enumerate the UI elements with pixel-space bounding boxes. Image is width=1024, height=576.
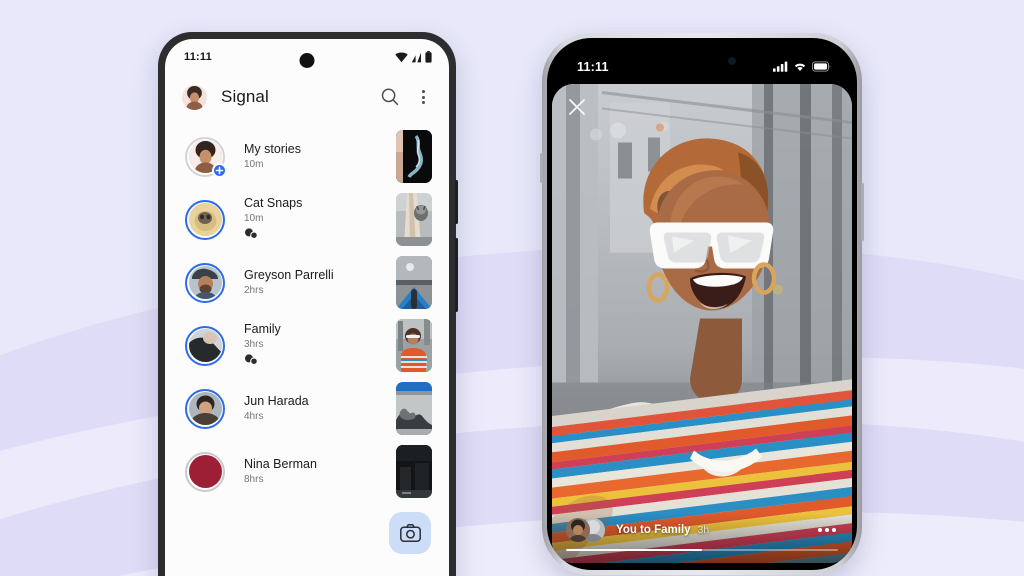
story-viewer: You to Family 3h bbox=[552, 84, 852, 563]
story-name: Greyson Parrelli bbox=[244, 267, 334, 282]
android-clock: 11:11 bbox=[184, 51, 212, 63]
background-wave-2 bbox=[0, 297, 1024, 576]
story-row-my-stories[interactable]: My stories 10m bbox=[165, 125, 449, 188]
avatar bbox=[185, 262, 225, 303]
viewer-bottom-bar: You to Family 3h bbox=[552, 512, 852, 563]
dynamic-island bbox=[659, 49, 745, 73]
front-camera-icon bbox=[299, 53, 315, 68]
search-icon[interactable] bbox=[379, 86, 401, 108]
story-progress-fill bbox=[566, 548, 702, 551]
close-icon[interactable] bbox=[565, 95, 589, 119]
iphone-screen: 11:11 You to Family 3h bbox=[547, 38, 857, 570]
story-time: 2hrs bbox=[244, 284, 264, 296]
group-icon bbox=[245, 227, 258, 239]
story-name: Nina Berman bbox=[244, 456, 317, 471]
story-thumbnail[interactable] bbox=[396, 445, 432, 498]
android-system-icons bbox=[395, 51, 432, 63]
wifi-icon bbox=[794, 63, 806, 71]
avatar-image bbox=[188, 455, 222, 488]
story-meta: Cat Snaps 10m bbox=[244, 196, 396, 244]
story-thumbnail[interactable] bbox=[396, 193, 432, 246]
avatar bbox=[566, 517, 606, 542]
viewer-meta: You to Family 3h bbox=[566, 513, 838, 547]
story-time: 8hrs bbox=[244, 473, 264, 485]
story-thumbnail[interactable] bbox=[396, 256, 432, 309]
avatar bbox=[185, 136, 227, 178]
android-phone-mockup: 11:11 Signal My stories 10m Cat Snaps 10… bbox=[158, 32, 458, 576]
avatar-image bbox=[188, 203, 222, 236]
story-name: My stories bbox=[244, 141, 301, 156]
story-thumbnail[interactable] bbox=[396, 130, 432, 183]
avatar bbox=[185, 388, 225, 429]
avatar-image bbox=[188, 392, 222, 425]
android-app-bar: Signal bbox=[165, 75, 449, 119]
screenshot-stage: 11:11 Signal My stories 10m Cat Snaps 10… bbox=[0, 0, 1024, 576]
more-horizontal-icon[interactable] bbox=[816, 522, 838, 538]
viewer-time: 3h bbox=[697, 523, 710, 536]
story-photo bbox=[552, 84, 852, 563]
story-time: 4hrs bbox=[244, 410, 264, 422]
ios-system-icons bbox=[773, 61, 831, 72]
story-meta: Jun Harada 4hrs bbox=[244, 394, 396, 424]
background-wave-1 bbox=[0, 184, 1024, 576]
story-thumbnail[interactable] bbox=[396, 319, 432, 372]
story-row-greyson-parrelli[interactable]: Greyson Parrelli 2hrs bbox=[165, 251, 449, 314]
android-screen: 11:11 Signal My stories 10m Cat Snaps 10… bbox=[165, 39, 449, 576]
story-row-nina-berman[interactable]: Nina Berman 8hrs bbox=[165, 440, 449, 503]
fab-container bbox=[165, 503, 449, 554]
story-row-cat-snaps[interactable]: Cat Snaps 10m bbox=[165, 188, 449, 251]
story-time: 3hrs bbox=[244, 338, 264, 350]
battery-icon bbox=[812, 61, 831, 72]
cellular-signal-icon bbox=[411, 52, 421, 62]
background-wave-3 bbox=[0, 362, 1024, 576]
viewer-label: You to Family bbox=[616, 523, 691, 536]
page-title: Signal bbox=[221, 87, 269, 106]
group-icon bbox=[245, 353, 258, 365]
iphone-mockup: 11:11 You to Family 3h bbox=[540, 33, 864, 575]
avatar-image bbox=[188, 329, 222, 362]
battery-icon bbox=[425, 51, 432, 63]
avatar bbox=[185, 199, 225, 240]
story-progress-bar[interactable] bbox=[566, 548, 838, 551]
ios-clock: 11:11 bbox=[577, 59, 609, 74]
profile-avatar[interactable] bbox=[182, 84, 207, 110]
avatar bbox=[185, 325, 225, 366]
add-story-badge[interactable] bbox=[212, 162, 227, 178]
story-row-family[interactable]: Family 3hrs bbox=[165, 314, 449, 377]
story-list: My stories 10m Cat Snaps 10m Greyson Par… bbox=[165, 119, 449, 503]
story-row-jun-harada[interactable]: Jun Harada 4hrs bbox=[165, 377, 449, 440]
avatar bbox=[185, 451, 225, 492]
story-name: Cat Snaps bbox=[244, 195, 303, 210]
story-meta: Greyson Parrelli 2hrs bbox=[244, 268, 396, 298]
background-wave-4 bbox=[0, 468, 1024, 576]
story-meta: My stories 10m bbox=[244, 142, 396, 172]
camera-icon[interactable] bbox=[389, 512, 431, 554]
story-thumbnail[interactable] bbox=[396, 382, 432, 435]
story-time: 10m bbox=[244, 212, 264, 224]
story-meta: Family 3hrs bbox=[244, 322, 396, 370]
story-time: 10m bbox=[244, 158, 264, 170]
more-vertical-icon[interactable] bbox=[415, 86, 431, 108]
avatar-image bbox=[188, 266, 222, 299]
story-name: Jun Harada bbox=[244, 393, 309, 408]
story-meta: Nina Berman 8hrs bbox=[244, 457, 396, 487]
wifi-icon bbox=[395, 52, 408, 62]
cellular-signal-icon bbox=[773, 61, 788, 72]
story-name: Family bbox=[244, 321, 281, 336]
avatar-image-primary bbox=[566, 517, 590, 542]
